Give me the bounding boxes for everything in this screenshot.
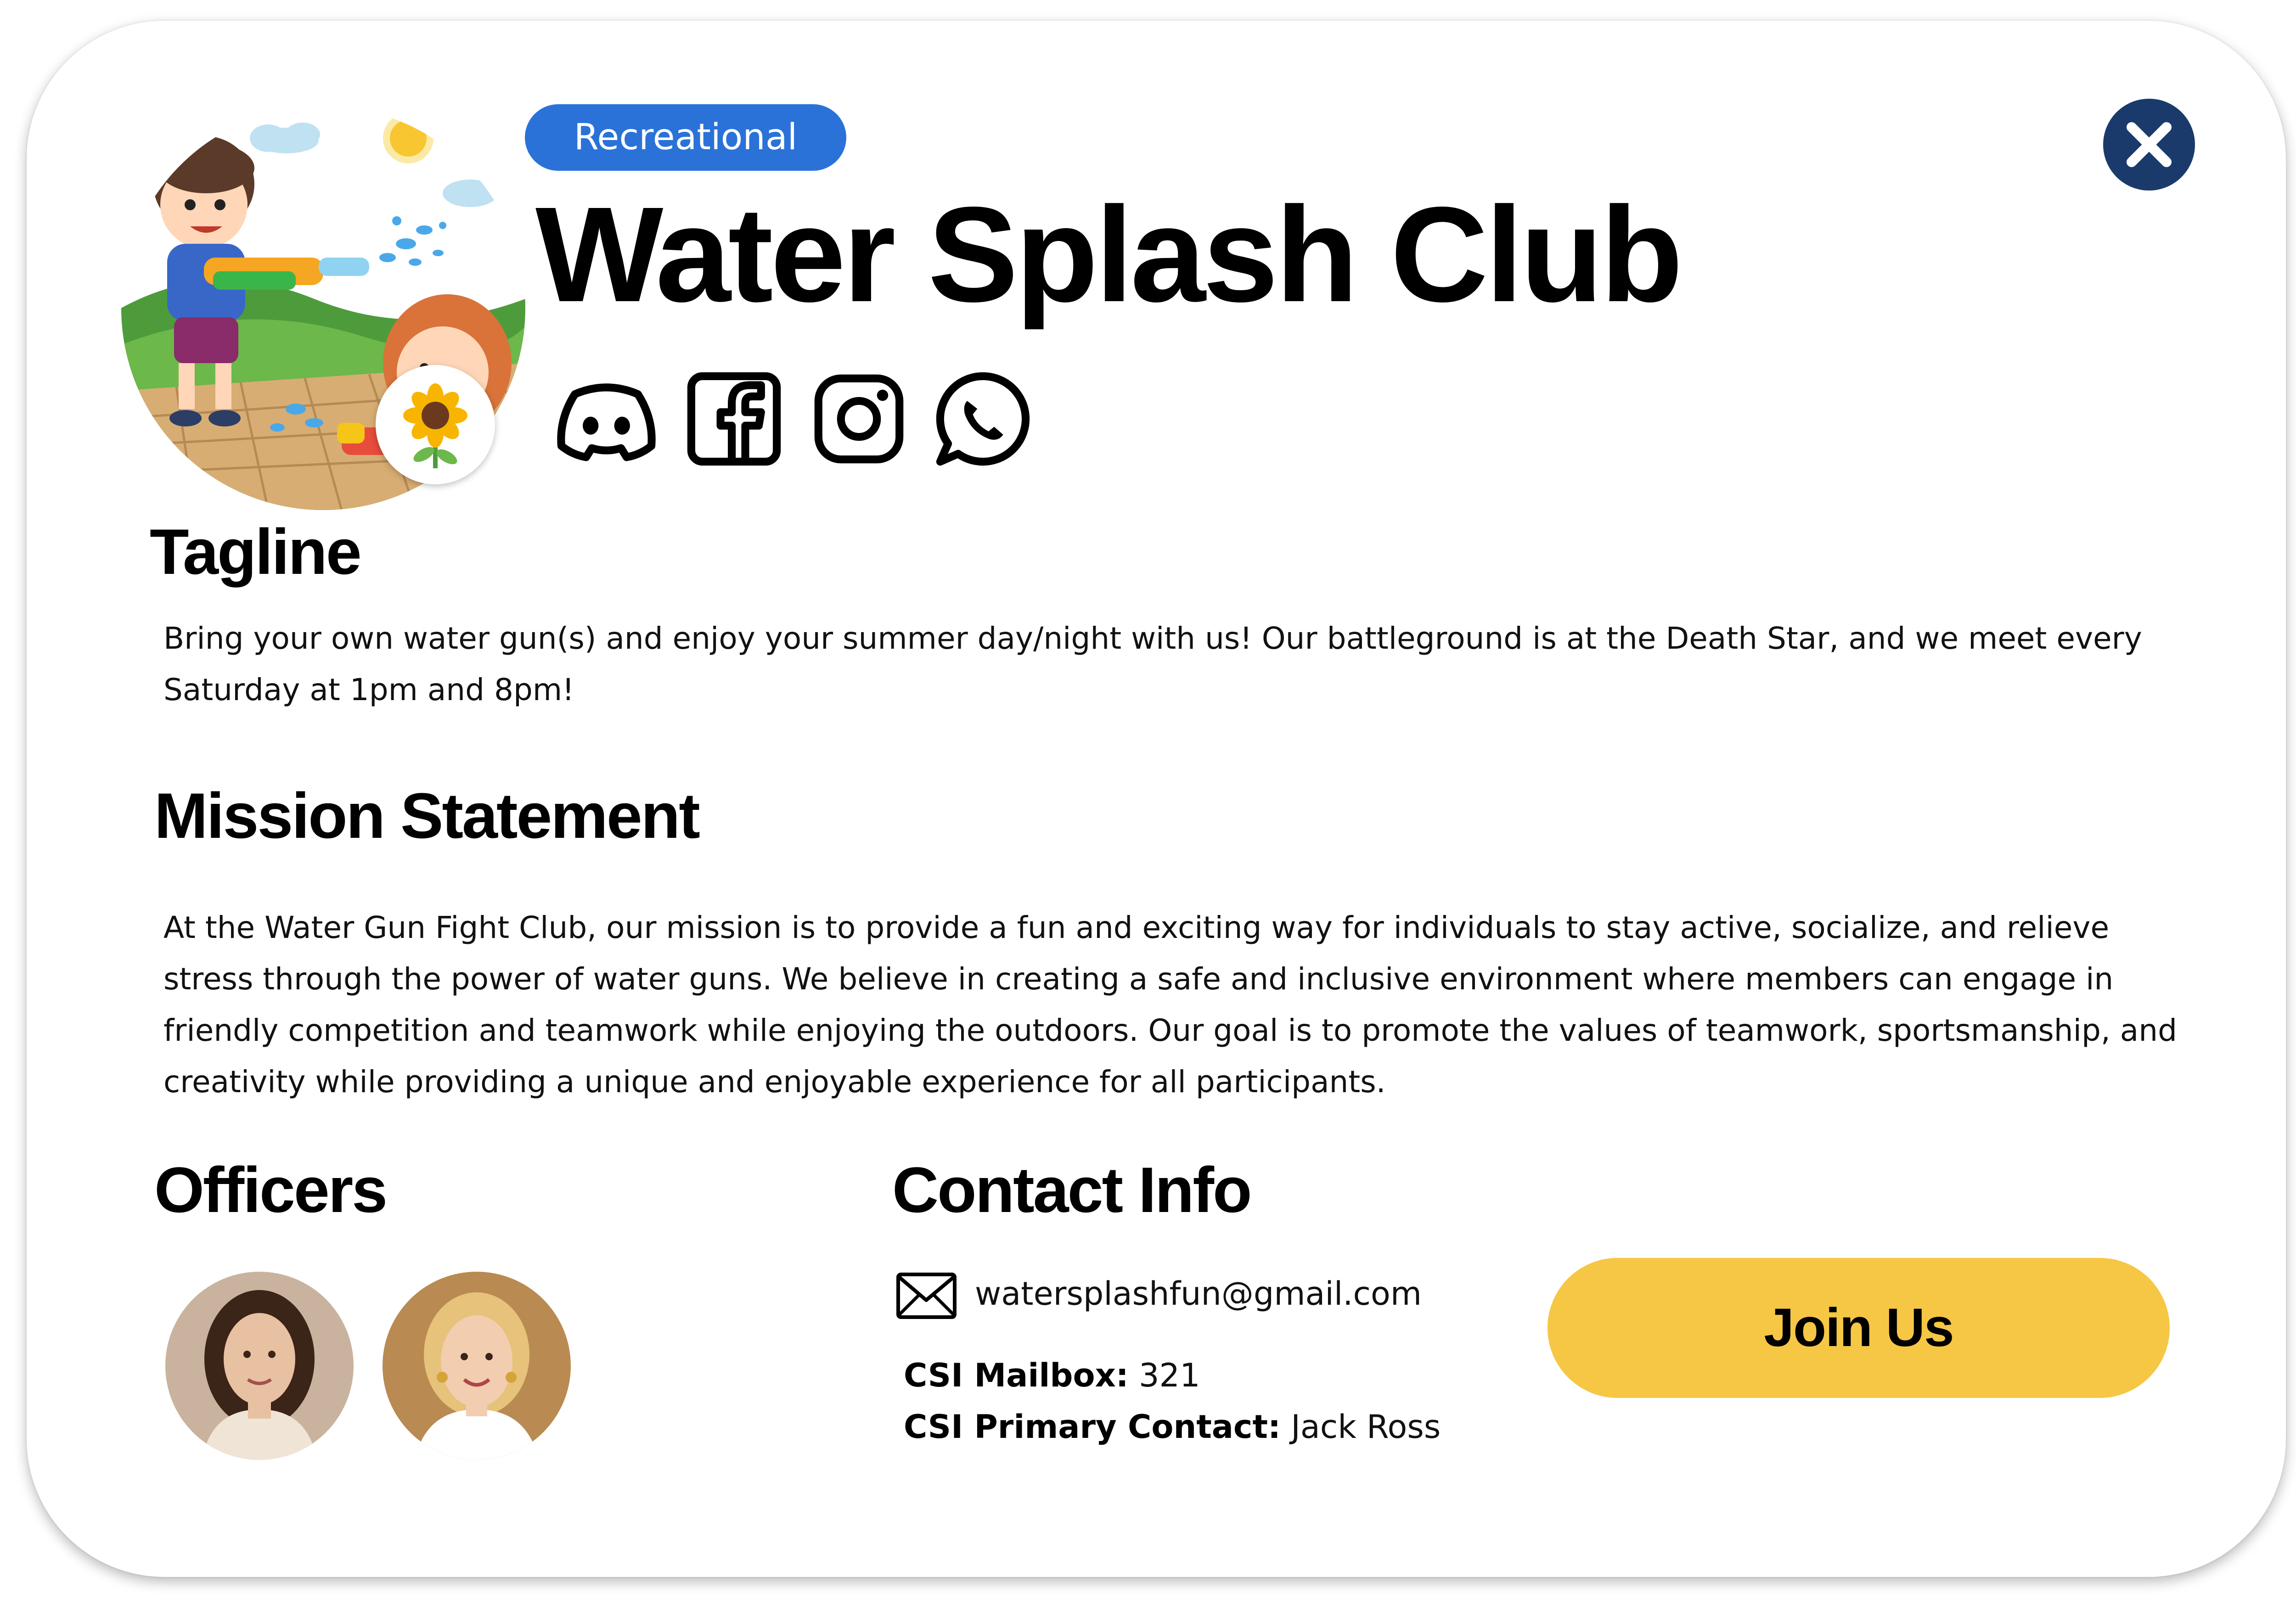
discord-icon[interactable] (550, 363, 663, 475)
officers-heading: Officers (154, 1154, 388, 1226)
mail-icon (895, 1272, 957, 1320)
mission-text: At the Water Gun Fight Club, our mission… (163, 910, 2177, 1100)
join-button[interactable]: Join Us (1548, 1258, 2170, 1398)
instagram-icon[interactable] (803, 363, 915, 475)
officer-avatar[interactable] (165, 1272, 354, 1460)
category-badge: Recreational (525, 104, 846, 171)
club-title: Water Splash Club (535, 179, 1683, 330)
facebook-icon[interactable] (678, 363, 790, 475)
officer-avatar[interactable] (383, 1272, 571, 1460)
tagline-heading: Tagline (150, 516, 362, 588)
contact-email[interactable]: watersplashfun@gmail.com (975, 1275, 1422, 1313)
tagline-text: Bring your own water gun(s) and enjoy yo… (163, 621, 2142, 707)
mailbox-line: CSI Mailbox: 321 (904, 1357, 1200, 1394)
primary-contact-value: Jack Ross (1291, 1408, 1441, 1446)
mission-heading: Mission Statement (154, 780, 700, 852)
mailbox-label: CSI Mailbox: (904, 1357, 1129, 1394)
primary-contact-line: CSI Primary Contact: Jack Ross (904, 1408, 1441, 1446)
mailbox-value: 321 (1139, 1357, 1200, 1394)
close-button[interactable] (2103, 99, 2195, 191)
primary-contact-label: CSI Primary Contact: (904, 1408, 1281, 1446)
flower-badge-icon (376, 365, 495, 484)
whatsapp-icon[interactable] (927, 363, 1039, 475)
contact-heading: Contact Info (892, 1154, 1252, 1226)
close-icon[interactable] (2103, 99, 2195, 191)
club-detail-card: Recreational Water Splash Club Tagline B… (27, 21, 2286, 1577)
